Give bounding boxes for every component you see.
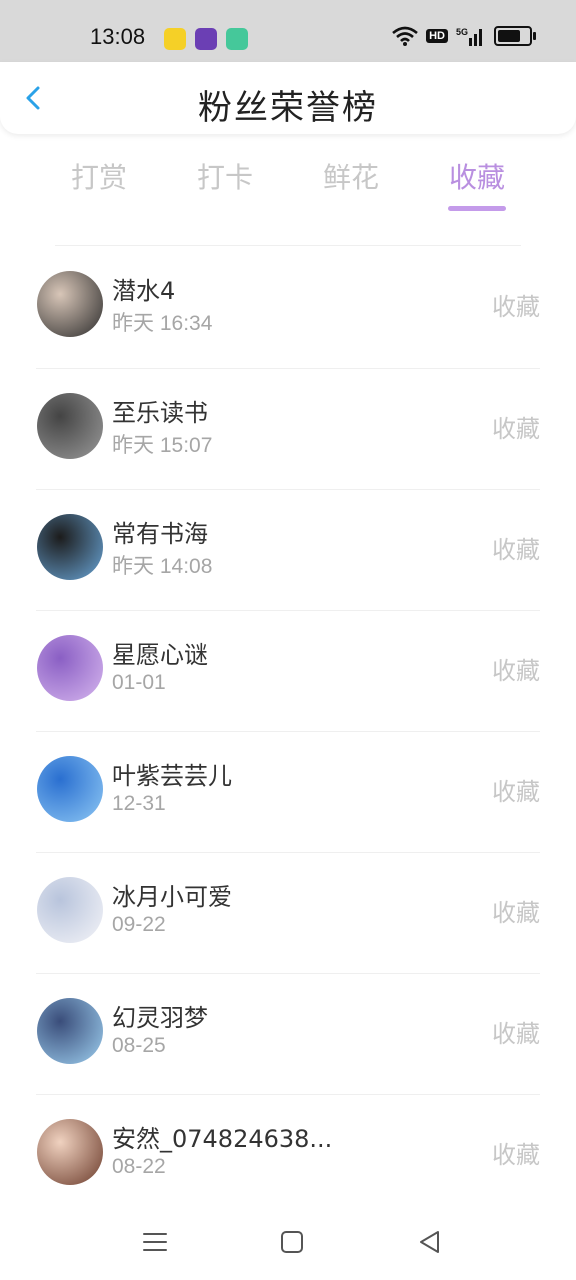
tab-bar: 打赏 打卡 鲜花 收藏 [0,148,576,218]
home-square-icon[interactable] [278,1228,306,1256]
page-title: 粉丝荣誉榜 [198,88,378,128]
tab-active-indicator [448,206,506,211]
grayscale-couple-avatar [37,393,103,459]
fan-name: 冰月小可爱 [112,883,232,911]
tab-favorites[interactable]: 收藏 [437,156,517,196]
divider [55,245,521,246]
fan-name: 至乐读书 [112,399,208,427]
status-indicators: HD 5G [392,26,536,46]
fan-action-label: 收藏 [492,899,540,927]
fan-action-label: 收藏 [492,1020,540,1048]
fan-date: 09-22 [112,913,166,936]
back-triangle-icon[interactable] [416,1228,444,1256]
fan-date: 08-22 [112,1155,166,1178]
menu-icon[interactable] [141,1228,169,1256]
purple-circle-app-icon [195,28,217,50]
fan-action-label: 收藏 [492,293,540,321]
beach-couple-avatar [37,514,103,580]
svg-text:5G: 5G [456,27,468,37]
signal-5g-icon: 5G [456,27,482,46]
fan-action-label: 收藏 [492,536,540,564]
tab-reward[interactable]: 打赏 [59,156,139,196]
fan-date: 昨天 16:34 [112,312,213,335]
fan-name: 潜水4 [112,277,176,305]
wifi-icon [392,26,418,46]
fan-action-label: 收藏 [492,415,540,443]
app-header: 粉丝荣誉榜 [0,62,576,134]
fan-action-label: 收藏 [492,1141,540,1169]
fan-row[interactable]: 安然_074824638... 08-22 收藏 [0,1095,576,1216]
fan-row[interactable]: 星愿心谜 01-01 收藏 [0,611,576,732]
status-bar: 13:08 HD 5G [0,0,576,62]
white-anime-girl-avatar [37,877,103,943]
fan-name: 安然_074824638... [112,1125,333,1153]
fan-row[interactable]: 幻灵羽梦 08-25 收藏 [0,974,576,1095]
green-bag-app-icon [226,28,248,50]
fan-name: 幻灵羽梦 [112,1004,208,1032]
fan-name: 叶紫芸芸儿 [112,762,232,790]
fan-date: 08-25 [112,1034,166,1057]
fan-date: 01-01 [112,671,166,694]
hd-badge: HD [426,29,448,43]
fan-row[interactable]: 潜水4 昨天 16:34 收藏 [0,247,576,368]
fan-row[interactable]: 至乐读书 昨天 15:07 收藏 [0,369,576,490]
system-nav-bar [0,1200,576,1280]
blue-anime-art-avatar [37,756,103,822]
fan-date: 昨天 14:08 [112,555,213,578]
fan-date: 昨天 15:07 [112,434,213,457]
purple-anime-girl-avatar [37,635,103,701]
fan-name: 星愿心谜 [112,641,208,669]
fan-row[interactable]: 冰月小可爱 09-22 收藏 [0,853,576,974]
fan-date: 12-31 [112,792,166,815]
fan-action-label: 收藏 [492,657,540,685]
couple-photo-avatar [37,271,103,337]
status-time: 13:08 [90,24,146,49]
fan-row[interactable]: 叶紫芸芸儿 12-31 收藏 [0,732,576,853]
chick-app-icon [164,28,186,50]
fan-row[interactable]: 常有书海 昨天 14:08 收藏 [0,490,576,611]
battery-icon [494,26,536,46]
fan-name: 常有书海 [112,520,208,548]
tab-checkin[interactable]: 打卡 [185,156,265,196]
tab-flowers[interactable]: 鲜花 [311,156,391,196]
scenic-anime-avatar [37,998,103,1064]
fan-action-label: 收藏 [492,778,540,806]
brown-anime-boy-avatar [37,1119,103,1185]
